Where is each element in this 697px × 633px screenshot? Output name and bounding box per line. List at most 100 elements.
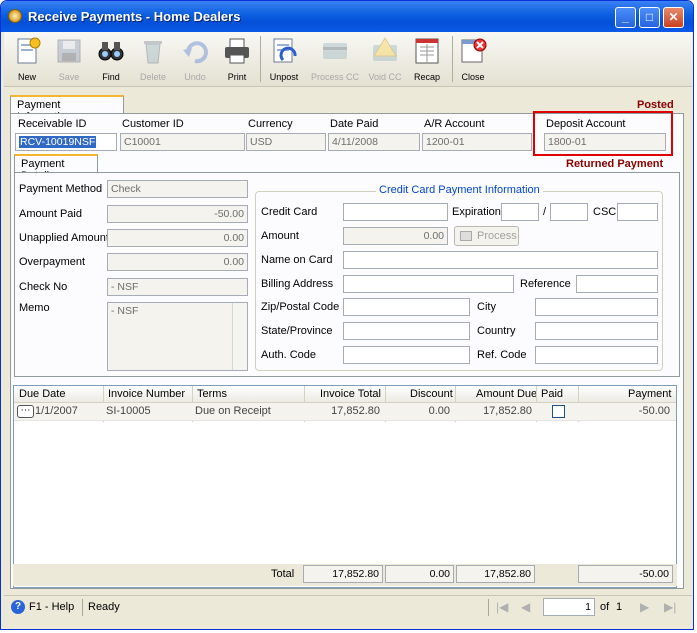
posted-status: Posted <box>637 99 674 111</box>
column-payment[interactable]: Payment <box>628 388 671 400</box>
ar-account-field[interactable]: 1200-01 <box>422 133 532 151</box>
previous-page-icon[interactable]: ◀ <box>521 600 530 614</box>
help-icon[interactable]: ? <box>11 600 25 614</box>
total-invoice-field: 17,852.80 <box>303 565 383 583</box>
undo-button[interactable]: Undo <box>174 34 216 84</box>
paid-checkbox[interactable] <box>552 405 565 418</box>
currency-field[interactable]: USD <box>246 133 326 151</box>
toolbar-separator <box>260 36 261 82</box>
unapplied-amount-field[interactable]: 0.00 <box>107 229 248 247</box>
memo-label: Memo <box>19 302 50 314</box>
title-bar: Receive Payments - Home Dealers _ □ ✕ <box>1 1 693 32</box>
status-divider <box>82 599 83 616</box>
credit-card-field[interactable] <box>343 203 448 221</box>
cc-amount-field[interactable]: 0.00 <box>343 227 448 245</box>
expiration-year-field[interactable] <box>550 203 588 221</box>
deposit-account-field[interactable]: 1800-01 <box>544 133 666 151</box>
tab-payment-information[interactable]: Payment Information <box>10 95 124 123</box>
toolbar: New Save Find Delete Undo Print Unpost P… <box>4 32 692 87</box>
row-details-button[interactable]: ⋯ <box>17 405 34 418</box>
first-page-icon[interactable]: |◀ <box>496 600 508 614</box>
unpost-button[interactable]: Unpost <box>263 34 305 84</box>
new-button[interactable]: New <box>6 34 48 84</box>
column-due-date[interactable]: Due Date <box>19 388 65 400</box>
zip-field[interactable] <box>343 298 470 316</box>
next-page-icon[interactable]: ▶ <box>640 600 649 614</box>
page-number-input[interactable]: 1 <box>543 598 595 616</box>
country-label: Country <box>477 325 516 337</box>
column-paid[interactable]: Paid <box>541 388 563 400</box>
void-credit-card-icon <box>370 36 400 66</box>
process-button[interactable]: Process <box>454 226 519 246</box>
state-label: State/Province <box>261 325 333 337</box>
billing-address-field[interactable] <box>343 275 514 293</box>
auth-code-field[interactable] <box>343 346 470 364</box>
csc-field[interactable] <box>617 203 658 221</box>
reference-field[interactable] <box>576 275 658 293</box>
invoice-grid: Due Date Invoice Number Terms Invoice To… <box>13 385 677 588</box>
amount-paid-field[interactable]: -50.00 <box>107 205 248 223</box>
receive-payments-window: Receive Payments - Home Dealers _ □ ✕ Ne… <box>0 0 694 630</box>
close-form-icon <box>458 36 488 66</box>
overpayment-field[interactable]: 0.00 <box>107 253 248 271</box>
cc-amount-label: Amount <box>261 230 299 242</box>
customer-id-field[interactable]: C10001 <box>120 133 245 151</box>
column-invoice-number[interactable]: Invoice Number <box>108 388 185 400</box>
save-button[interactable]: Save <box>48 34 90 84</box>
currency-label: Currency <box>248 118 293 130</box>
auth-code-label: Auth. Code <box>261 349 317 361</box>
print-button[interactable]: Print <box>216 34 258 84</box>
country-field[interactable] <box>535 322 658 340</box>
check-no-field[interactable]: - NSF <box>107 278 248 296</box>
date-paid-label: Date Paid <box>330 118 379 130</box>
delete-button[interactable]: Delete <box>132 34 174 84</box>
of-label: of <box>600 601 610 613</box>
last-page-icon[interactable]: ▶| <box>664 600 676 614</box>
payment-cell: -50.00 <box>638 405 670 417</box>
new-document-icon <box>12 36 42 66</box>
city-field[interactable] <box>535 298 658 316</box>
void-cc-button[interactable]: Void CC <box>362 34 408 84</box>
expiration-label: Expiration <box>452 206 501 218</box>
payment-method-field[interactable]: Check <box>107 180 248 198</box>
column-terms[interactable]: Terms <box>197 388 227 400</box>
column-amount-due[interactable]: Amount Due <box>476 388 537 400</box>
column-invoice-total[interactable]: Invoice Total <box>320 388 381 400</box>
amount-due-cell: 17,852.80 <box>483 405 532 417</box>
amount-paid-label: Amount Paid <box>19 208 82 220</box>
binoculars-icon <box>96 36 126 66</box>
memo-scrollbar[interactable] <box>232 303 247 370</box>
status-text: Ready <box>88 601 120 613</box>
customer-id-label: Customer ID <box>122 118 184 130</box>
unpost-icon <box>269 36 299 66</box>
memo-field[interactable]: - NSF <box>107 302 248 371</box>
expiration-month-field[interactable] <box>501 203 539 221</box>
receivable-id-field[interactable]: RCV-10019NSF <box>15 133 117 151</box>
terms-cell: Due on Receipt <box>195 405 271 417</box>
ar-account-label: A/R Account <box>424 118 485 130</box>
check-no-label: Check No <box>19 281 68 293</box>
state-field[interactable] <box>343 322 470 340</box>
process-cc-button[interactable]: Process CC <box>310 34 360 84</box>
recap-button[interactable]: Recap <box>406 34 448 84</box>
unapplied-amount-label: Unapplied Amount <box>19 232 109 244</box>
help-label[interactable]: F1 - Help <box>29 601 74 613</box>
ref-code-field[interactable] <box>535 346 658 364</box>
floppy-disk-icon <box>54 36 84 66</box>
close-button[interactable]: Close <box>452 34 494 84</box>
column-discount[interactable]: Discount <box>410 388 453 400</box>
table-row[interactable]: ⋯ 1/1/2007 SI-10005 Due on Receipt 17,85… <box>14 403 676 421</box>
minimize-button[interactable]: _ <box>615 7 636 28</box>
tab-payment-detail[interactable]: Payment Detail <box>14 154 98 182</box>
name-on-card-field[interactable] <box>343 251 658 269</box>
maximize-button[interactable]: □ <box>639 7 660 28</box>
find-button[interactable]: Find <box>90 34 132 84</box>
total-label: Total <box>271 568 295 580</box>
recap-icon <box>412 36 442 66</box>
status-bar: ? F1 - Help Ready |◀ ◀ 1 of 1 ▶ ▶| <box>4 595 692 618</box>
app-icon <box>8 9 22 23</box>
receivable-id-label: Receivable ID <box>18 118 87 130</box>
expiration-slash: / <box>543 206 547 218</box>
date-paid-field[interactable]: 4/11/2008 <box>328 133 420 151</box>
close-window-button[interactable]: ✕ <box>663 7 684 28</box>
